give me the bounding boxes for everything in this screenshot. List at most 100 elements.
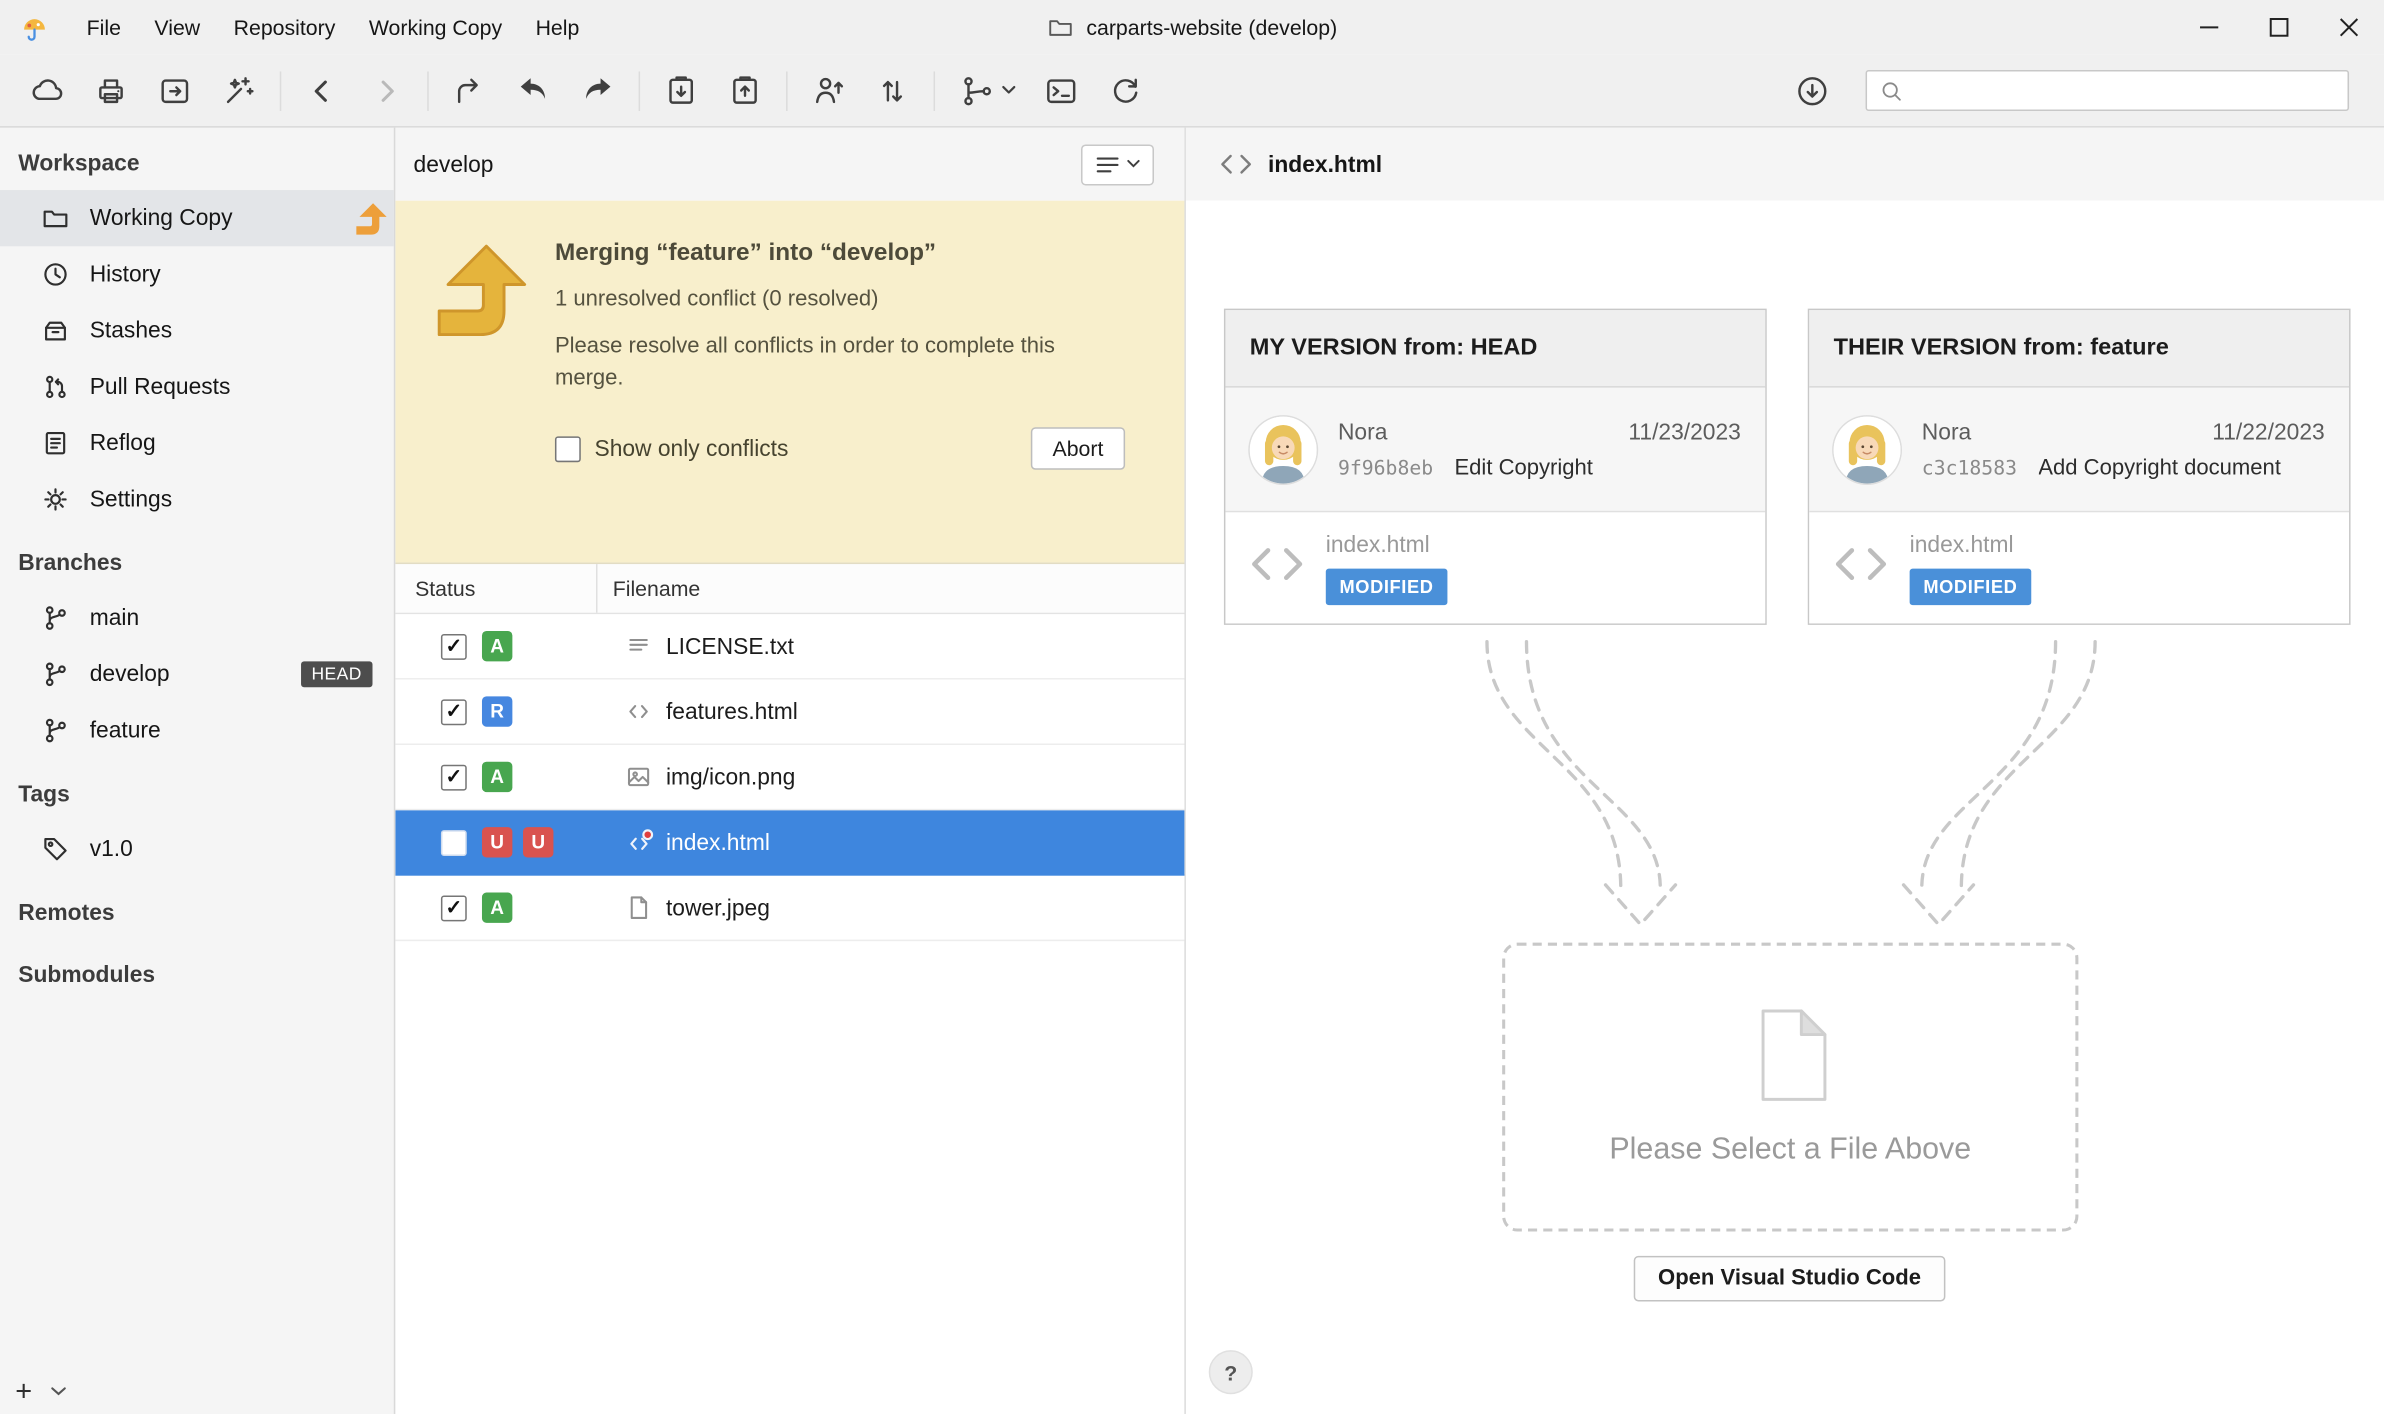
checkout-button[interactable] [438, 62, 502, 120]
file-drop-placeholder: Please Select a File Above [1502, 943, 2078, 1232]
sidebar-item-stashes[interactable]: Stashes [0, 303, 394, 359]
fetch-button[interactable] [1780, 62, 1844, 120]
menu-file[interactable]: File [70, 0, 138, 55]
file-checkbox[interactable] [441, 699, 467, 725]
file-checkbox[interactable] [441, 829, 467, 855]
detail-file-title: index.html [1268, 151, 1382, 177]
bent-arrow-icon [452, 72, 488, 108]
close-button[interactable] [2314, 0, 2384, 55]
app-window: FileViewRepositoryWorking CopyHelp carpa… [0, 0, 2384, 1414]
sidebar-item-reflog[interactable]: Reflog [0, 415, 394, 471]
merge-actions-button[interactable] [944, 62, 1029, 120]
push-button[interactable] [797, 62, 861, 120]
file-name: features.html [666, 699, 798, 725]
branch-graph-icon [959, 72, 995, 108]
version-file-row[interactable]: index.html MODIFIED [1809, 512, 2349, 623]
detail-body: MY VERSION from: HEAD Nora 11/23/2023 9f… [1186, 201, 2384, 1414]
head-badge: HEAD [301, 661, 373, 687]
refresh-button[interactable] [1093, 62, 1157, 120]
magic-wand-button[interactable] [207, 62, 271, 120]
back-button[interactable] [290, 62, 354, 120]
sidebar-section-tags: Tags [0, 759, 394, 821]
status-badge-R: R [482, 696, 512, 726]
open-vscode-button[interactable]: Open Visual Studio Code [1634, 1256, 1946, 1302]
minimize-button[interactable] [2174, 0, 2244, 55]
file-row-license-txt[interactable]: A LICENSE.txt [395, 614, 1184, 679]
sidebar-item-feature[interactable]: feature [0, 702, 394, 758]
file-name: index.html [666, 829, 770, 855]
file-checkbox[interactable] [441, 895, 467, 921]
sidebar-item-label: v1.0 [90, 836, 133, 862]
commit-message: Edit Copyright [1454, 455, 1592, 479]
branch-name-label: develop [414, 151, 494, 177]
version-card[interactable]: MY VERSION from: HEAD Nora 11/23/2023 9f… [1224, 309, 1767, 625]
merge-right-button[interactable] [566, 62, 630, 120]
sidebar-footer-menu-button[interactable] [50, 1377, 67, 1404]
open-repo-button[interactable] [143, 62, 207, 120]
print-button[interactable] [79, 62, 143, 120]
file-row-img-icon-png[interactable]: A img/icon.png [395, 745, 1184, 810]
version-file-row[interactable]: index.html MODIFIED [1225, 512, 1765, 623]
file-checkbox[interactable] [441, 633, 467, 659]
sidebar-item-pull-requests[interactable]: Pull Requests [0, 359, 394, 415]
code-icon [1834, 541, 1889, 594]
stash-apply-button[interactable] [649, 62, 713, 120]
status-badge-A: A [482, 631, 512, 661]
folder-icon [40, 203, 70, 233]
file-row-index-html[interactable]: UU index.html [395, 810, 1184, 875]
version-filename: index.html [1910, 531, 2031, 557]
sync-button[interactable] [861, 62, 925, 120]
box-arrow-icon [157, 72, 193, 108]
sidebar-item-label: History [90, 262, 161, 288]
toolbar-separator [934, 71, 936, 111]
search-input[interactable] [1913, 77, 2348, 104]
version-card[interactable]: THEIR VERSION from: feature Nora 11/22/2… [1808, 309, 2351, 625]
menu-repository[interactable]: Repository [217, 0, 352, 55]
checkbox[interactable] [555, 436, 581, 462]
sidebar-item-working-copy[interactable]: Working Copy [0, 190, 394, 246]
sidebar-item-develop[interactable]: developHEAD [0, 646, 394, 702]
download-circle-icon [1794, 72, 1830, 108]
solid-arrow-left-icon [515, 72, 551, 108]
code-icon [1219, 151, 1252, 178]
sidebar-item-settings[interactable]: Settings [0, 471, 394, 527]
sidebar-item-main[interactable]: main [0, 590, 394, 646]
window-title-text: carparts-website (develop) [1086, 15, 1337, 39]
abort-button[interactable]: Abort [1031, 427, 1125, 470]
column-header-status: Status [395, 564, 597, 613]
sidebar-item-history[interactable]: History [0, 246, 394, 302]
sidebar-item-v1-0[interactable]: v1.0 [0, 821, 394, 877]
merge-banner-title: Merging “feature” into “develop” [555, 240, 1125, 267]
sidebar-item-label: Working Copy [90, 205, 233, 231]
stash-save-button[interactable] [713, 62, 777, 120]
cloud-button[interactable] [15, 62, 79, 120]
terminal-icon [1043, 72, 1079, 108]
commit-summary: Nora 11/23/2023 9f96b8eb Edit Copyright [1225, 388, 1765, 513]
file-row-tower-jpeg[interactable]: A tower.jpeg [395, 876, 1184, 941]
toolbar-separator [427, 71, 429, 111]
stash-icon [40, 315, 70, 345]
file-checkbox[interactable] [441, 764, 467, 790]
window-controls [2174, 0, 2384, 55]
text-file-icon [623, 631, 653, 661]
file-row-features-html[interactable]: R features.html [395, 680, 1184, 745]
menu-help[interactable]: Help [519, 0, 596, 55]
column-header-filename: Filename [598, 564, 701, 613]
maximize-button[interactable] [2244, 0, 2314, 55]
show-only-conflicts-checkbox[interactable]: Show only conflicts [555, 436, 788, 462]
plain-file-icon [623, 892, 653, 922]
sidebar-item-label: Stashes [90, 318, 172, 344]
help-button[interactable]: ? [1209, 1350, 1253, 1394]
menu-working-copy[interactable]: Working Copy [352, 0, 519, 55]
add-repository-button[interactable]: + [15, 1377, 32, 1406]
terminal-button[interactable] [1029, 62, 1093, 120]
menu-view[interactable]: View [138, 0, 217, 55]
merge-left-button[interactable] [502, 62, 566, 120]
toolbar-separator [280, 71, 282, 111]
list-options-button[interactable] [1081, 144, 1154, 185]
sidebar-footer: + [0, 1371, 67, 1411]
branch-icon [40, 715, 70, 745]
sidebar-item-label: Reflog [90, 430, 156, 456]
forward-button[interactable] [354, 62, 418, 120]
document-icon [1749, 1007, 1831, 1101]
